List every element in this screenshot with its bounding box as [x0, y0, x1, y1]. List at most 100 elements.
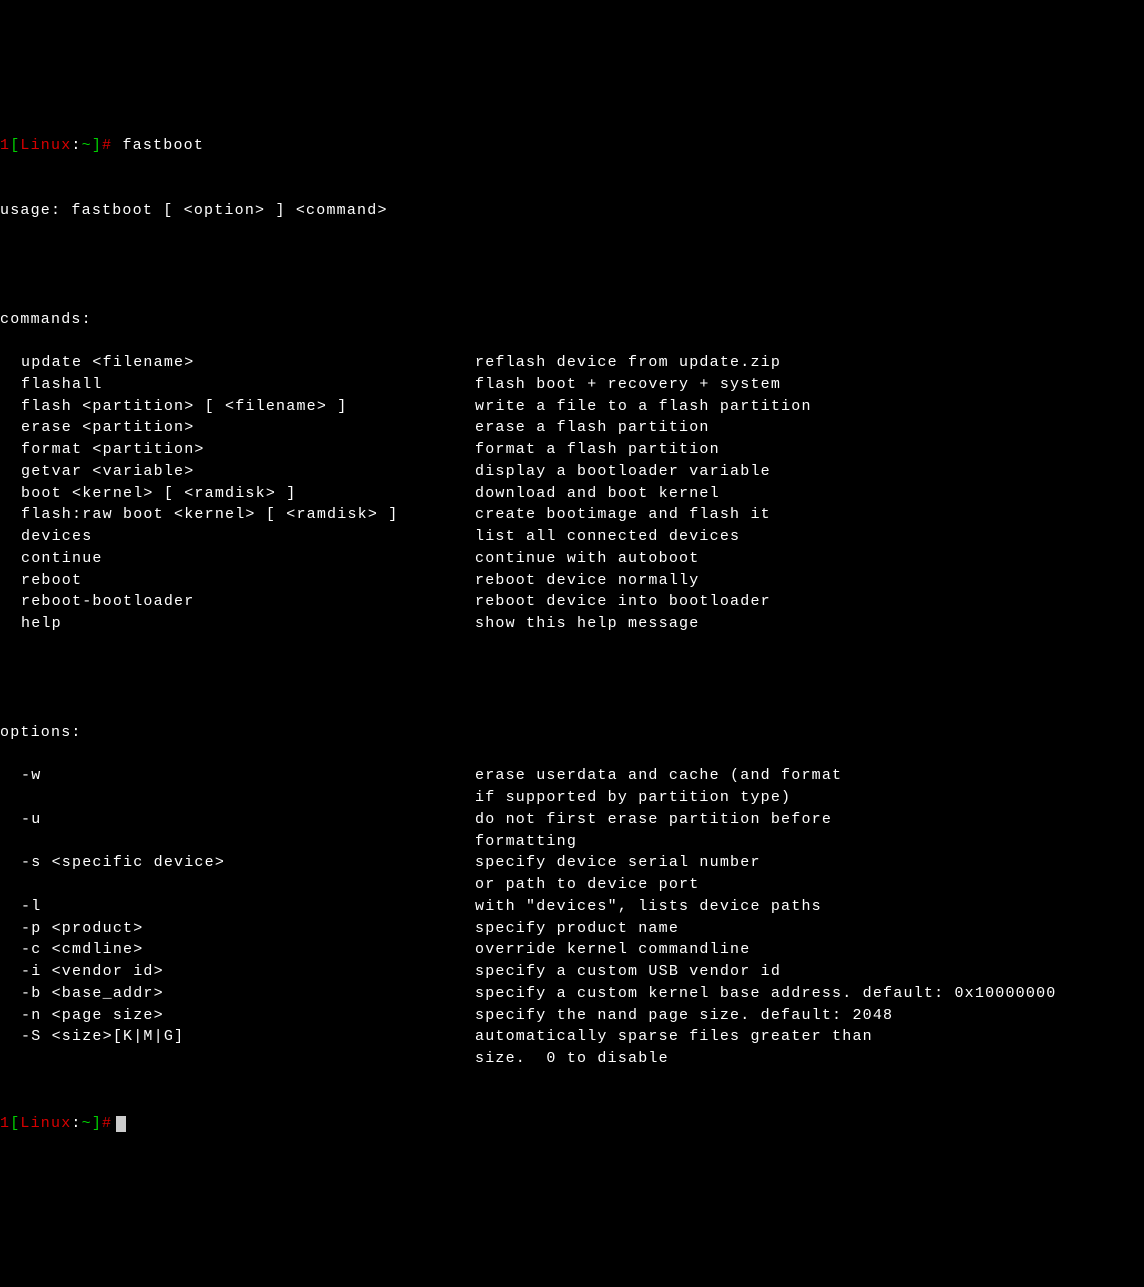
prompt-path: ~	[82, 137, 92, 154]
command-left: flash <partition> [ <filename> ]	[0, 396, 475, 418]
command-left: flash:raw boot <kernel> [ <ramdisk> ]	[0, 504, 475, 526]
option-row: -udo not first erase partition before	[0, 809, 1144, 831]
option-left: -c <cmdline>	[0, 939, 475, 961]
prompt-close: ]	[92, 1115, 102, 1132]
option-right: override kernel commandline	[475, 939, 1144, 961]
prompt-hash: #	[102, 137, 112, 154]
option-row: size. 0 to disable	[0, 1048, 1144, 1070]
option-right: or path to device port	[475, 874, 1144, 896]
option-right: formatting	[475, 831, 1144, 853]
command-left: help	[0, 613, 475, 635]
option-left: -S <size>[K|M|G]	[0, 1026, 475, 1048]
command-right: reflash device from update.zip	[475, 352, 1144, 374]
option-left: -p <product>	[0, 918, 475, 940]
option-left	[0, 1048, 475, 1070]
option-right: specify product name	[475, 918, 1144, 940]
command-right: list all connected devices	[475, 526, 1144, 548]
option-left: -w	[0, 765, 475, 787]
prompt-line-1: 1[Linux:~]# fastboot	[0, 135, 1144, 157]
command-right: download and boot kernel	[475, 483, 1144, 505]
option-right: size. 0 to disable	[475, 1048, 1144, 1070]
command-row: deviceslist all connected devices	[0, 526, 1144, 548]
prompt-sep: :	[71, 137, 81, 154]
option-left: -n <page size>	[0, 1005, 475, 1027]
command-right: reboot device into bootloader	[475, 591, 1144, 613]
command-left: flashall	[0, 374, 475, 396]
command-left: continue	[0, 548, 475, 570]
command-right: display a bootloader variable	[475, 461, 1144, 483]
prompt-host: Linux	[20, 137, 71, 154]
options-block: -werase userdata and cache (and formatif…	[0, 765, 1144, 1070]
command-left: boot <kernel> [ <ramdisk> ]	[0, 483, 475, 505]
prompt-sep: :	[71, 1115, 81, 1132]
option-right: if supported by partition type)	[475, 787, 1144, 809]
option-row: -werase userdata and cache (and format	[0, 765, 1144, 787]
command-row: flash:raw boot <kernel> [ <ramdisk> ]cre…	[0, 504, 1144, 526]
terminal[interactable]: 1[Linux:~]# fastboot usage: fastboot [ <…	[0, 91, 1144, 1179]
command-left: erase <partition>	[0, 417, 475, 439]
option-row: -s <specific device>specify device seria…	[0, 852, 1144, 874]
option-row: if supported by partition type)	[0, 787, 1144, 809]
option-right: specify a custom USB vendor id	[475, 961, 1144, 983]
option-left: -l	[0, 896, 475, 918]
prompt-open: [	[10, 137, 20, 154]
option-row: -lwith "devices", lists device paths	[0, 896, 1144, 918]
command-right: show this help message	[475, 613, 1144, 635]
option-right: erase userdata and cache (and format	[475, 765, 1144, 787]
command-row: rebootreboot device normally	[0, 570, 1144, 592]
command-row: boot <kernel> [ <ramdisk> ]download and …	[0, 483, 1144, 505]
command-right: create bootimage and flash it	[475, 504, 1144, 526]
command-row: erase <partition>erase a flash partition	[0, 417, 1144, 439]
command-row: continuecontinue with autoboot	[0, 548, 1144, 570]
typed-command: fastboot	[122, 137, 204, 154]
option-right: specify device serial number	[475, 852, 1144, 874]
command-row: update <filename>reflash device from upd…	[0, 352, 1144, 374]
option-right: specify the nand page size. default: 204…	[475, 1005, 1144, 1027]
prompt-open: [	[10, 1115, 20, 1132]
option-left	[0, 874, 475, 896]
option-right: specify a custom kernel base address. de…	[475, 983, 1144, 1005]
command-row: flash <partition> [ <filename> ]write a …	[0, 396, 1144, 418]
usage-line: usage: fastboot [ <option> ] <command>	[0, 200, 1144, 222]
option-left	[0, 787, 475, 809]
commands-block: update <filename>reflash device from upd…	[0, 352, 1144, 635]
option-row: formatting	[0, 831, 1144, 853]
option-row: -n <page size>specify the nand page size…	[0, 1005, 1144, 1027]
command-row: getvar <variable>display a bootloader va…	[0, 461, 1144, 483]
option-left	[0, 831, 475, 853]
prompt-num: 1	[0, 137, 10, 154]
blank-line	[0, 657, 1144, 679]
option-row: -i <vendor id>specify a custom USB vendo…	[0, 961, 1144, 983]
commands-header: commands:	[0, 309, 1144, 331]
option-left: -b <base_addr>	[0, 983, 475, 1005]
command-left: devices	[0, 526, 475, 548]
command-right: erase a flash partition	[475, 417, 1144, 439]
command-left: reboot	[0, 570, 475, 592]
prompt-host: Linux	[20, 1115, 71, 1132]
options-header: options:	[0, 722, 1144, 744]
option-row: -S <size>[K|M|G]automatically sparse fil…	[0, 1026, 1144, 1048]
option-left: -u	[0, 809, 475, 831]
option-row: or path to device port	[0, 874, 1144, 896]
cursor-icon	[116, 1116, 126, 1133]
option-right: with "devices", lists device paths	[475, 896, 1144, 918]
option-row: -p <product>specify product name	[0, 918, 1144, 940]
command-right: reboot device normally	[475, 570, 1144, 592]
prompt-close: ]	[92, 137, 102, 154]
command-right: write a file to a flash partition	[475, 396, 1144, 418]
option-row: -c <cmdline>override kernel commandline	[0, 939, 1144, 961]
command-right: continue with autoboot	[475, 548, 1144, 570]
prompt-path: ~	[82, 1115, 92, 1132]
prompt-line-2[interactable]: 1[Linux:~]#	[0, 1113, 1144, 1135]
option-left: -i <vendor id>	[0, 961, 475, 983]
prompt-num: 1	[0, 1115, 10, 1132]
option-right: do not first erase partition before	[475, 809, 1144, 831]
command-left: getvar <variable>	[0, 461, 475, 483]
command-row: reboot-bootloaderreboot device into boot…	[0, 591, 1144, 613]
prompt-hash: #	[102, 1115, 112, 1132]
option-row: -b <base_addr>specify a custom kernel ba…	[0, 983, 1144, 1005]
option-right: automatically sparse files greater than	[475, 1026, 1144, 1048]
option-left: -s <specific device>	[0, 852, 475, 874]
command-row: format <partition>format a flash partiti…	[0, 439, 1144, 461]
command-right: flash boot + recovery + system	[475, 374, 1144, 396]
